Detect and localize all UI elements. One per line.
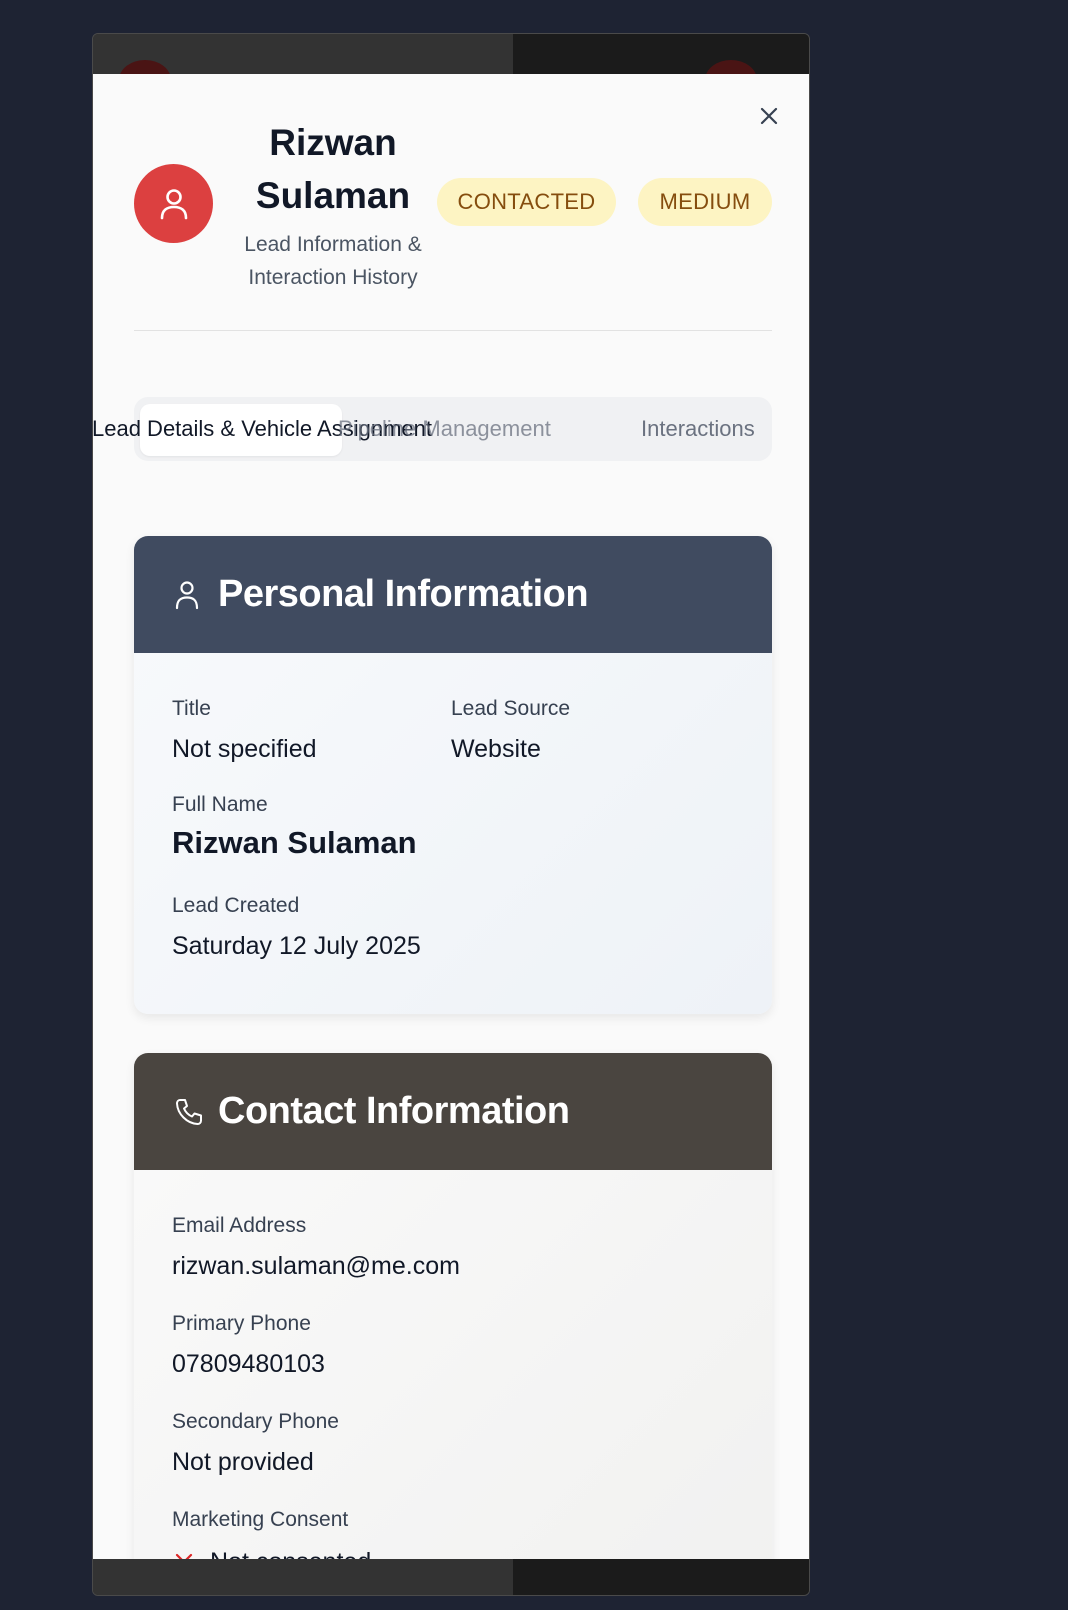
background-app-top [93,34,809,100]
email-field: Email Address rizwan.sulaman@me.com [172,1214,460,1280]
status-badge: CONTACTED [437,178,616,226]
lead-name: Rizwan Sulaman [243,116,423,222]
tab-list: Lead Details & Vehicle Assignment Pipeli… [93,397,772,461]
lead-details-modal: Rizwan Sulaman Lead Information & Intera… [93,74,809,1561]
contact-information-header: Contact Information [134,1053,772,1170]
contact-information-card: Contact Information Email Address rizwan… [134,1053,772,1561]
tab-pipeline-management[interactable]: Pipeline Management [338,416,551,442]
section-title: Contact Information [218,1090,570,1132]
marketing-consent-field: Marketing Consent Not consented [172,1507,371,1561]
close-icon [760,107,778,125]
secondary-phone-field: Secondary Phone Not provided [172,1410,339,1476]
priority-badge: MEDIUM [638,178,772,226]
title-field: Title Not specified [172,697,317,763]
header-divider [134,330,772,331]
phone-icon [174,1095,204,1129]
lead-avatar [134,164,213,243]
personal-information-header: Personal Information [134,536,772,653]
section-title: Personal Information [218,573,589,615]
personal-information-card: Personal Information Title Not specified… [134,536,772,1014]
lead-last-name: Sulaman [255,175,411,216]
user-icon [160,188,187,219]
lead-created-field: Lead Created Saturday 12 July 2025 [172,894,421,960]
modal-frame: Rizwan Sulaman Lead Information & Intera… [92,33,810,1596]
lead-source-field: Lead Source Website [451,697,571,763]
close-button[interactable] [755,102,783,130]
full-name-field: Full Name Rizwan Sulaman [172,793,417,860]
modal-subtitle: Lead Information & Interaction History [244,233,422,289]
user-icon [174,578,204,612]
primary-phone-field: Primary Phone 07809480103 [172,1312,325,1378]
background-app-bottom [93,1559,809,1595]
lead-first-name: Rizwan [269,122,397,163]
tab-interactions[interactable]: Interactions [641,416,755,442]
